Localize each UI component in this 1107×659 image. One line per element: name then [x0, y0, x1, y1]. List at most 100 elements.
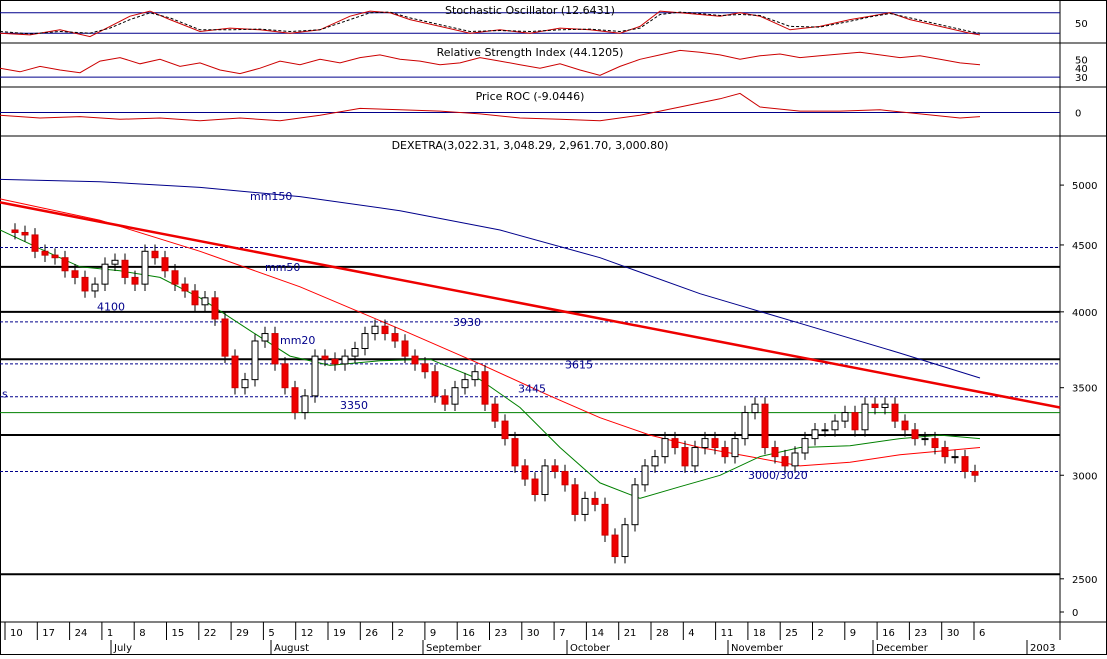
candle-body: [391, 333, 399, 342]
candle-body: [901, 420, 909, 431]
candle-body: [911, 429, 919, 440]
candle-body: [191, 290, 199, 306]
candle-body: [661, 438, 669, 458]
candle-body: [591, 497, 599, 505]
candle-body: [461, 379, 469, 389]
candle-body: [501, 420, 509, 440]
chart-canvas: Stochastic Oscillator (12.6431) 50 Relativ…: [0, 0, 1107, 655]
date-tick-label: 10: [10, 628, 23, 639]
price-tick-label: 4000: [1072, 308, 1097, 319]
candle-body: [291, 387, 299, 414]
date-tick-label: 15: [172, 628, 185, 639]
candle-body: [871, 403, 879, 409]
candle-body: [321, 355, 329, 360]
stochastic-tick-label: 50: [1075, 19, 1088, 30]
candle-body: [941, 447, 949, 458]
candle-body: [111, 259, 119, 265]
candle-body: [271, 333, 279, 365]
candle-body: [151, 250, 159, 259]
candle-body: [811, 429, 819, 440]
candle-body: [251, 340, 259, 381]
candle-body: [441, 395, 449, 405]
price-tick-label: 3500: [1072, 384, 1097, 395]
chart-annotation: 3350: [340, 399, 368, 412]
chart-annotation: mm50: [265, 261, 300, 274]
candle-body: [91, 283, 99, 292]
candle-body: [791, 452, 799, 467]
candle-body: [31, 234, 39, 252]
price-tick-label: 4500: [1072, 241, 1097, 252]
candle-body: [881, 403, 889, 409]
chart-annotation: 4100: [97, 300, 125, 313]
date-tick-label: 29: [236, 628, 249, 639]
candle-body: [101, 263, 109, 285]
candle-body: [241, 379, 249, 389]
date-tick-label: 4: [688, 628, 694, 639]
month-label: August: [274, 643, 309, 654]
candle-body: [11, 229, 19, 233]
chart-annotation: 3000/3020: [748, 469, 808, 482]
candle-body: [721, 447, 729, 458]
rsi-title: Relative Strength Index (44.1205): [437, 46, 624, 59]
candle-body: [631, 484, 639, 526]
candle-body: [281, 363, 289, 389]
stochastic-title: Stochastic Oscillator (12.6431): [445, 4, 615, 17]
date-tick-label: 14: [591, 628, 604, 639]
candle-body: [731, 438, 739, 458]
date-tick-label: 1: [107, 628, 113, 639]
date-tick-label: 25: [785, 628, 798, 639]
month-label: July: [113, 643, 132, 654]
price-tick-label: 2500: [1072, 575, 1097, 586]
candle-body: [761, 403, 769, 449]
candle-body: [751, 403, 759, 414]
date-tick-label: 9: [850, 628, 856, 639]
candle-body: [541, 465, 549, 496]
candle-body: [41, 250, 49, 256]
candle-body: [681, 447, 689, 467]
date-tick-label: 21: [624, 628, 637, 639]
date-tick-label: 30: [527, 628, 540, 639]
candle-body: [221, 318, 229, 357]
candle-body: [571, 484, 579, 515]
candle-body: [51, 254, 59, 259]
candle-body: [801, 438, 809, 454]
candle-body: [491, 403, 499, 422]
candle-body: [521, 465, 529, 480]
candle-body: [381, 325, 389, 335]
candle-body: [201, 297, 209, 306]
price-tick-label: 3000: [1072, 471, 1097, 482]
date-tick-label: 7: [559, 628, 565, 639]
candle-body: [371, 325, 379, 335]
month-label: October: [570, 643, 611, 654]
candle-body: [951, 456, 959, 459]
candle-body: [341, 355, 349, 365]
candle-body: [411, 355, 419, 365]
candle-body: [851, 412, 859, 431]
candle-body: [741, 412, 749, 440]
chart-annotation: mm150: [250, 190, 292, 203]
date-tick-label: 23: [495, 628, 508, 639]
chart-annotation: s: [2, 388, 8, 401]
candle-body: [131, 276, 139, 285]
candle-body: [771, 447, 779, 458]
candle-body: [301, 395, 309, 414]
date-tick-label: 19: [333, 628, 346, 639]
date-tick-label: 9: [430, 628, 436, 639]
candle-body: [61, 257, 69, 272]
candle-body: [621, 524, 629, 558]
candle-body: [931, 438, 939, 449]
technical-chart: Stochastic Oscillator (12.6431) 50 Relativ…: [0, 0, 1107, 655]
date-tick-label: 6: [979, 628, 985, 639]
candle-body: [651, 456, 659, 467]
date-tick-label: 30: [947, 628, 960, 639]
candle-body: [531, 478, 539, 496]
candle-body: [141, 250, 149, 285]
candle-body: [481, 371, 489, 405]
candle-body: [331, 358, 339, 365]
candle-body: [891, 403, 899, 422]
price-tick-label: 5000: [1072, 181, 1097, 192]
month-label: December: [876, 643, 929, 654]
candle-body: [161, 257, 169, 272]
main-title: DEXETRA(3,022.31, 3,048.29, 2,961.70, 3,…: [392, 139, 669, 152]
candle-body: [961, 456, 969, 472]
